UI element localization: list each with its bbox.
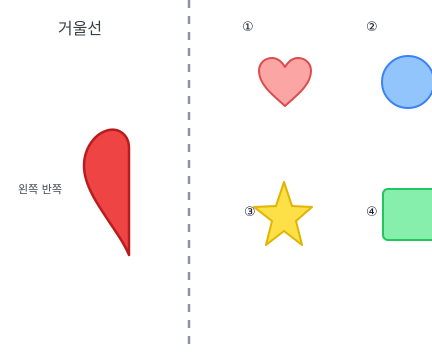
left-half-shape — [82, 128, 131, 257]
option-1-heart[interactable] — [256, 55, 314, 109]
option-4-number: ④ — [366, 205, 378, 220]
mirror-line-title: 거울선 — [57, 19, 103, 38]
heart-icon — [258, 57, 312, 107]
left-half-label: 왼쪽 반쪽 — [18, 183, 62, 196]
option-1-number: ① — [242, 20, 254, 35]
option-2-number: ② — [366, 20, 378, 35]
symmetry-puzzle: 거울선 왼쪽 반쪽 ① ② ③ ④ — [0, 0, 432, 352]
option-4-rectangle[interactable] — [380, 187, 432, 243]
option-2-circle[interactable] — [380, 54, 432, 110]
star-icon — [253, 181, 313, 246]
mirror-divider-line — [187, 0, 191, 352]
circle-icon — [381, 55, 432, 109]
option-3-star[interactable] — [250, 179, 314, 249]
rectangle-icon — [382, 188, 432, 241]
left-half-heart-shape — [82, 128, 131, 257]
